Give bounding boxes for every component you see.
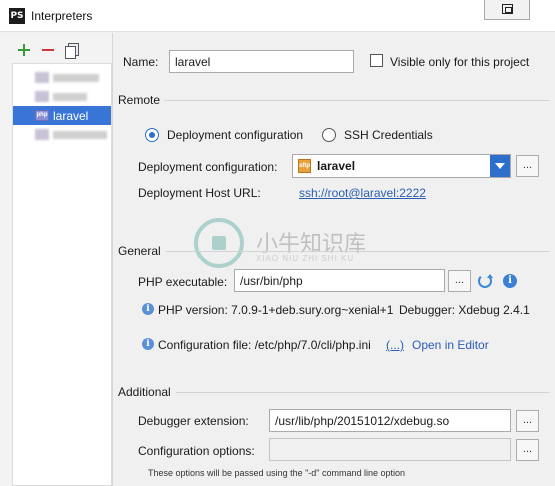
deployment-config-radio[interactable] xyxy=(145,128,159,142)
remote-section-title: Remote xyxy=(118,93,161,107)
deployment-config-label: Deployment configuration: xyxy=(138,160,278,174)
visible-only-label: Visible only for this project xyxy=(390,55,530,69)
list-item[interactable] xyxy=(13,87,111,106)
deployment-config-browse-button[interactable]: ... xyxy=(516,155,539,177)
redacted-label xyxy=(53,93,87,101)
watermark-subtitle: XIAO NIU ZHI SHI KU xyxy=(256,254,355,263)
info-icon: i xyxy=(142,303,154,315)
redacted-label xyxy=(53,74,99,82)
ssh-credentials-radio-label: SSH Credentials xyxy=(344,128,433,142)
additional-section-title: Additional xyxy=(118,385,171,399)
debugger-extension-browse-button[interactable]: ... xyxy=(516,410,539,432)
config-file-details-link[interactable]: (...) xyxy=(386,338,404,352)
php-executable-label: PHP executable: xyxy=(138,275,228,289)
name-input[interactable]: laravel xyxy=(169,50,354,73)
name-label: Name: xyxy=(123,55,159,69)
debugger-extension-label: Debugger extension: xyxy=(138,414,249,428)
restore-window-button[interactable] xyxy=(484,0,530,20)
deployment-host-link[interactable]: ssh://root@laravel:2222 xyxy=(299,186,426,200)
deployment-config-select[interactable]: sftp laravel xyxy=(292,154,511,178)
interpreters-sidebar: php laravel xyxy=(0,33,113,486)
visible-only-checkbox[interactable] xyxy=(370,54,383,67)
interpreter-icon xyxy=(35,72,49,83)
deployment-host-label: Deployment Host URL: xyxy=(138,186,261,200)
interpreter-settings-panel: 小牛知识库 XIAO NIU ZHI SHI KU Name: laravel … xyxy=(114,33,555,486)
window-title: Interpreters xyxy=(31,9,93,23)
debugger-text: Debugger: Xdebug 2.4.1 xyxy=(399,303,530,317)
deployment-config-value: laravel xyxy=(317,159,356,173)
redacted-label xyxy=(53,131,107,139)
php-version-text: PHP version: 7.0.9-1+deb.sury.org~xenial… xyxy=(158,303,394,317)
remote-separator xyxy=(164,100,549,101)
config-options-hint: These options will be passed using the "… xyxy=(148,468,406,478)
reload-icon[interactable] xyxy=(478,274,493,288)
interpreter-list: php laravel xyxy=(12,63,112,486)
copy-icon[interactable] xyxy=(64,42,80,59)
sftp-icon: sftp xyxy=(298,159,311,173)
chevron-down-icon[interactable] xyxy=(490,155,510,177)
restore-icon xyxy=(502,4,513,14)
phpstorm-app-icon: PS xyxy=(9,8,25,24)
interpreter-icon xyxy=(35,129,49,140)
general-separator xyxy=(166,251,549,252)
ssh-credentials-radio[interactable] xyxy=(322,128,336,142)
minus-icon[interactable] xyxy=(40,42,56,58)
php-executable-input[interactable]: /usr/bin/php xyxy=(234,269,445,292)
open-in-editor-link[interactable]: Open in Editor xyxy=(412,338,489,352)
info-icon[interactable]: i xyxy=(503,274,517,288)
title-bar: PS Interpreters xyxy=(0,0,555,32)
watermark-logo-icon xyxy=(194,218,244,268)
config-options-label: Configuration options: xyxy=(138,444,255,458)
list-item[interactable] xyxy=(13,125,111,144)
config-file-text: Configuration file: /etc/php/7.0/cli/php… xyxy=(158,338,371,352)
general-section-title: General xyxy=(118,244,161,258)
list-item-label: laravel xyxy=(53,109,89,123)
debugger-extension-input[interactable]: /usr/lib/php/20151012/xdebug.so xyxy=(269,409,511,432)
config-options-input[interactable] xyxy=(269,438,511,461)
php-executable-browse-button[interactable]: ... xyxy=(448,270,471,292)
info-icon: i xyxy=(142,338,154,350)
additional-separator xyxy=(176,392,549,393)
list-item-selected[interactable]: php laravel xyxy=(13,106,111,125)
plus-icon[interactable] xyxy=(16,42,32,58)
deployment-config-radio-label: Deployment configuration xyxy=(167,128,304,142)
list-item[interactable] xyxy=(13,68,111,87)
interpreter-icon xyxy=(35,91,49,102)
php-icon: php xyxy=(35,110,49,121)
config-options-browse-button[interactable]: ... xyxy=(516,439,539,461)
